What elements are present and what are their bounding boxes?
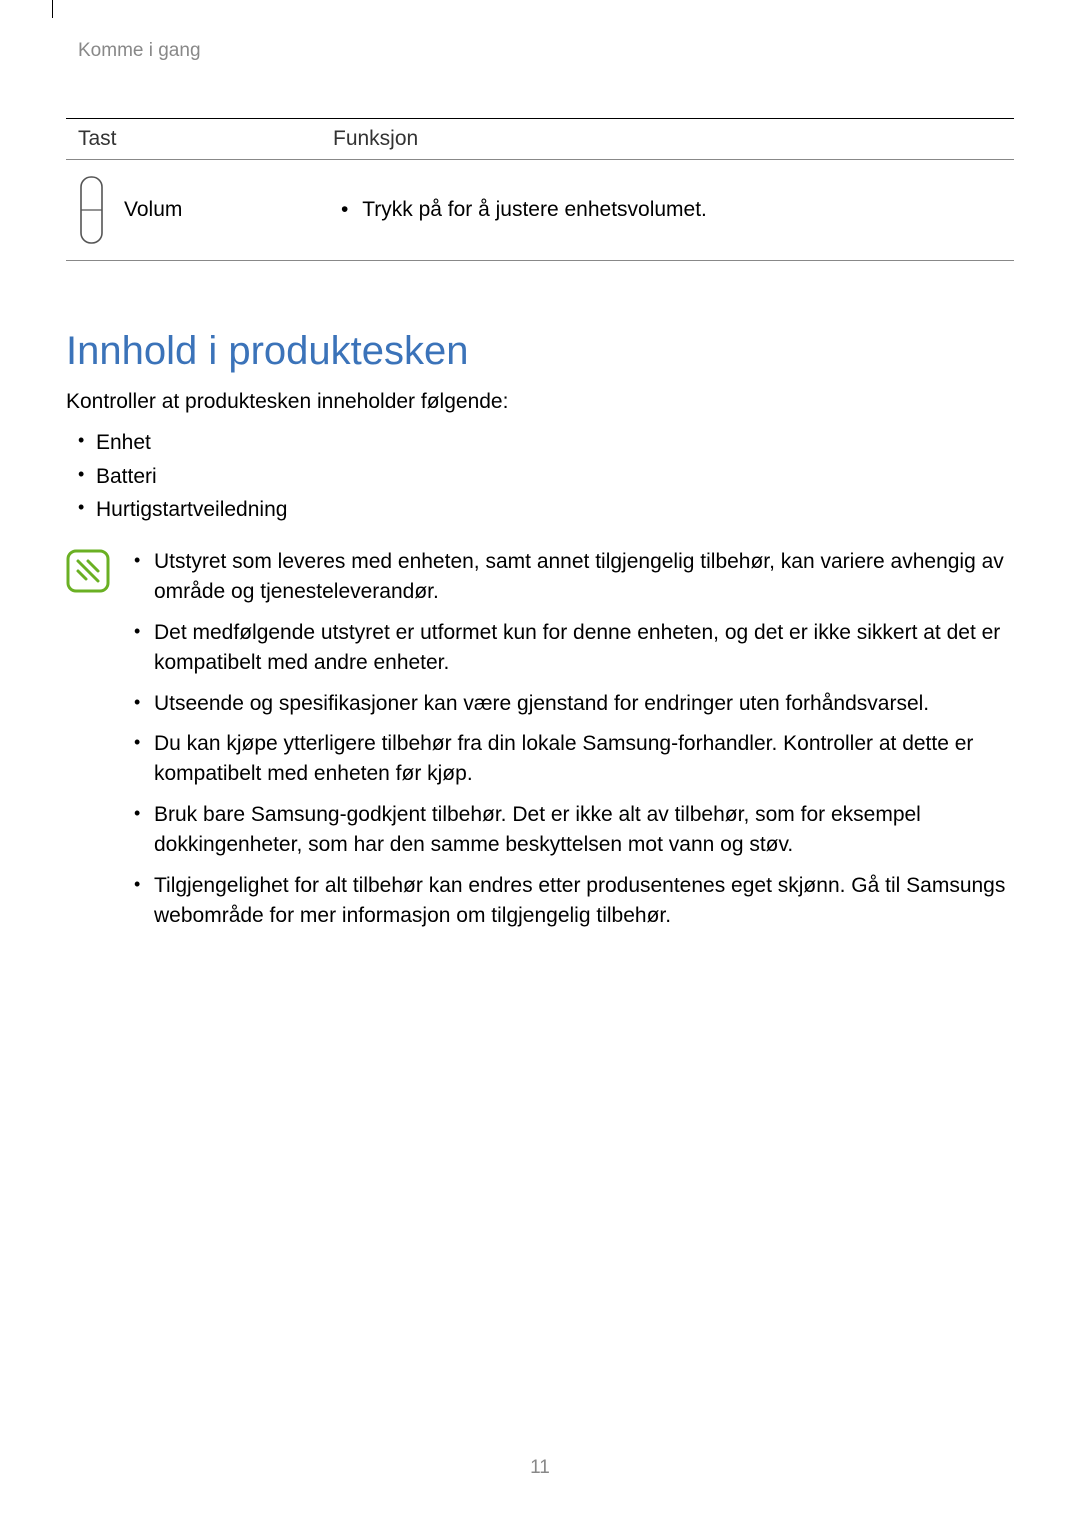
section-title: Innhold i produktesken (66, 329, 1014, 374)
table-row: Volum Trykk på for å justere enhetsvolum… (66, 160, 1014, 261)
note-icon (66, 549, 110, 593)
list-item: Utseende og spesifikasjoner kan være gje… (154, 689, 1014, 719)
list-item: Tilgjengelighet for alt tilbehør kan end… (154, 871, 1014, 932)
list-item: Batteri (96, 460, 1014, 494)
list-item: Du kan kjøpe ytterligere tilbehør fra di… (154, 729, 1014, 790)
note-list: Utstyret som leveres med enheten, samt a… (132, 547, 1014, 942)
note-block: Utstyret som leveres med enheten, samt a… (66, 547, 1014, 942)
key-name-label: Volum (124, 198, 182, 222)
list-item: Utstyret som leveres med enheten, samt a… (154, 547, 1014, 608)
list-item: Enhet (96, 426, 1014, 460)
section-intro: Kontroller at produktesken inneholder fø… (66, 390, 1014, 414)
page-header-section: Komme i gang (66, 40, 1014, 62)
list-item: Hurtigstartveiledning (96, 493, 1014, 527)
key-function-table: Tast Funksjon Volum Trykk på (66, 118, 1014, 261)
list-item: Det medfølgende utstyret er utformet kun… (154, 618, 1014, 679)
volume-key-icon (78, 174, 106, 246)
table-header-key: Tast (66, 119, 321, 160)
table-header-function: Funksjon (321, 119, 1014, 160)
contents-list: Enhet Batteri Hurtigstartveiledning (66, 426, 1014, 527)
list-item: Bruk bare Samsung-godkjent tilbehør. Det… (154, 800, 1014, 861)
key-function-text: Trykk på for å justere enhetsvolumet. (341, 198, 1002, 222)
page-number: 11 (0, 1457, 1080, 1479)
